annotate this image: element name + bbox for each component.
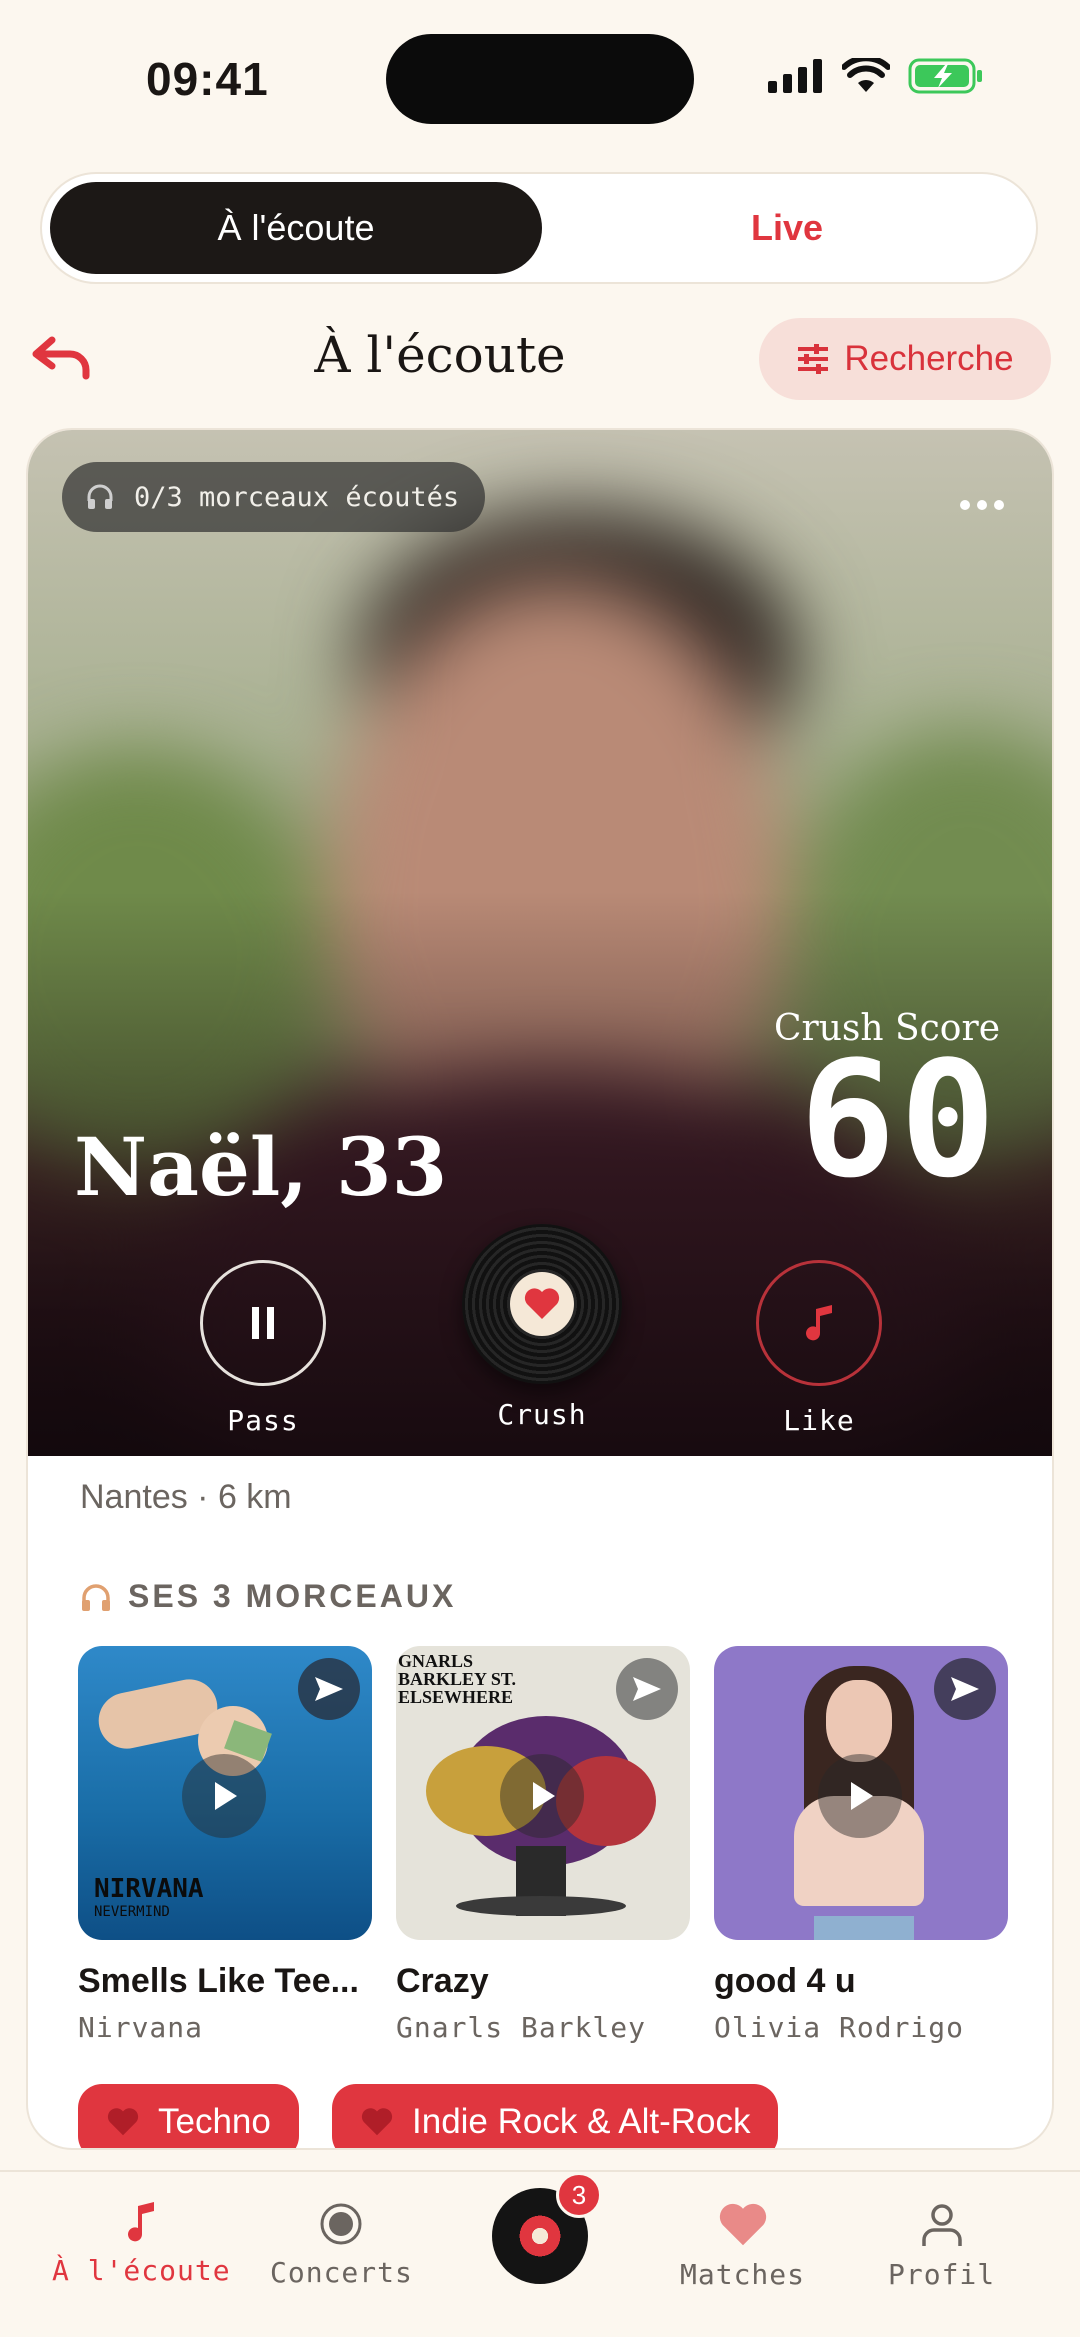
- more-options-icon[interactable]: [960, 500, 1004, 510]
- tab-listen[interactable]: À l'écoute: [52, 2202, 231, 2287]
- crush-score-value: 60: [799, 1026, 1000, 1213]
- page-title: À l'écoute: [314, 326, 566, 384]
- play-icon[interactable]: [182, 1754, 266, 1838]
- album-cover[interactable]: NIRVANA NEVERMIND: [78, 1646, 372, 1940]
- person-icon: [921, 2204, 962, 2246]
- tab-profile-label: Profil: [888, 2258, 996, 2291]
- notification-badge: 3: [556, 2172, 602, 2218]
- profile-name-age: Naël, 33: [74, 1120, 448, 1214]
- wifi-icon: [842, 58, 890, 92]
- headphones-icon: [87, 484, 113, 509]
- send-icon[interactable]: [934, 1658, 996, 1720]
- segment-live[interactable]: Live: [542, 182, 1032, 274]
- send-icon[interactable]: [616, 1658, 678, 1720]
- status-bar: 09:41: [0, 0, 1080, 160]
- heart-icon: [361, 2108, 393, 2136]
- listened-progress-pill: 0/3 morceaux écoutés: [62, 462, 486, 532]
- track-title: good 4 u: [714, 1962, 856, 2000]
- track-artist: Gnarls Barkley: [396, 2011, 647, 2044]
- tab-concerts-label: Concerts: [270, 2256, 413, 2289]
- headphones-icon: [82, 1583, 110, 1611]
- tracks-heading-label: SES 3 MORCEAUX: [128, 1578, 457, 1614]
- heart-icon: [719, 2203, 766, 2246]
- location-distance: Nantes · 6 km: [80, 1478, 292, 1516]
- tab-matches-label: Matches: [680, 2258, 806, 2291]
- tab-matches[interactable]: Matches: [680, 2202, 805, 2291]
- track-title: Crazy: [396, 1962, 489, 2000]
- music-note-icon: [128, 2202, 155, 2242]
- crush-label: Crush: [497, 1398, 587, 1431]
- genre-tag-label: Techno: [158, 2102, 271, 2141]
- pass-action[interactable]: Pass: [200, 1260, 326, 1437]
- search-label: Recherche: [844, 339, 1014, 378]
- album-cover[interactable]: GNARLS BARKLEY ST. ELSEWHERE: [396, 1646, 690, 1940]
- dynamic-island: [386, 34, 694, 124]
- tracks-section-heading: SES 3 MORCEAUX: [80, 1578, 456, 1615]
- status-time: 09:41: [146, 53, 269, 105]
- like-action[interactable]: Like: [756, 1260, 882, 1437]
- cover-band-name: NIRVANA: [94, 1874, 204, 1904]
- pause-icon[interactable]: [200, 1260, 326, 1386]
- profile-photo[interactable]: 0/3 morceaux écoutés Crush Score 60 Naël…: [28, 430, 1052, 1456]
- record-icon: [320, 2203, 362, 2245]
- filter-icon: [798, 344, 829, 374]
- mode-segmented-control: À l'écoute Live: [40, 172, 1038, 284]
- genre-tag[interactable]: Indie Rock & Alt-Rock: [332, 2084, 779, 2148]
- music-note-icon[interactable]: [756, 1260, 882, 1386]
- track-title: Smells Like Tee...: [78, 1962, 359, 2000]
- cover-band-name: GNARLS BARKLEY ST. ELSEWHERE: [398, 1651, 517, 1707]
- heart-icon: [107, 2108, 139, 2136]
- like-label: Like: [783, 1404, 855, 1437]
- play-icon[interactable]: [500, 1754, 584, 1838]
- bottom-tab-bar: À l'écoute Concerts 3 Matches Profil: [0, 2170, 1080, 2337]
- segment-listen[interactable]: À l'écoute: [50, 182, 542, 274]
- track-artist: Nirvana: [78, 2011, 204, 2044]
- track-card[interactable]: good 4 u Olivia Rodrigo: [714, 1646, 1008, 2044]
- album-cover[interactable]: [714, 1646, 1008, 1940]
- tab-profile[interactable]: Profil: [888, 2202, 995, 2291]
- tab-concerts[interactable]: Concerts: [270, 2202, 413, 2289]
- genre-tag[interactable]: Techno: [78, 2084, 299, 2148]
- send-icon[interactable]: [298, 1658, 360, 1720]
- vinyl-heart-icon[interactable]: [462, 1224, 622, 1384]
- crush-action[interactable]: Crush: [462, 1224, 622, 1431]
- track-card[interactable]: GNARLS BARKLEY ST. ELSEWHERE Crazy Gnarl…: [396, 1646, 690, 2044]
- signal-icon: [768, 59, 822, 93]
- search-button[interactable]: Recherche: [759, 318, 1051, 400]
- track-card[interactable]: NIRVANA NEVERMIND Smells Like Tee... Nir…: [78, 1646, 372, 2044]
- status-icons: [768, 58, 984, 94]
- genre-tag-label: Indie Rock & Alt-Rock: [412, 2102, 751, 2141]
- play-icon[interactable]: [818, 1754, 902, 1838]
- cover-album-name: NEVERMIND: [94, 1904, 170, 1920]
- tab-listen-label: À l'écoute: [52, 2254, 231, 2287]
- profile-card: 0/3 morceaux écoutés Crush Score 60 Naël…: [26, 428, 1054, 2150]
- pass-label: Pass: [227, 1404, 299, 1437]
- listened-count: 0/3 morceaux écoutés: [134, 481, 460, 513]
- track-artist: Olivia Rodrigo: [714, 2011, 965, 2044]
- battery-icon: [908, 58, 982, 94]
